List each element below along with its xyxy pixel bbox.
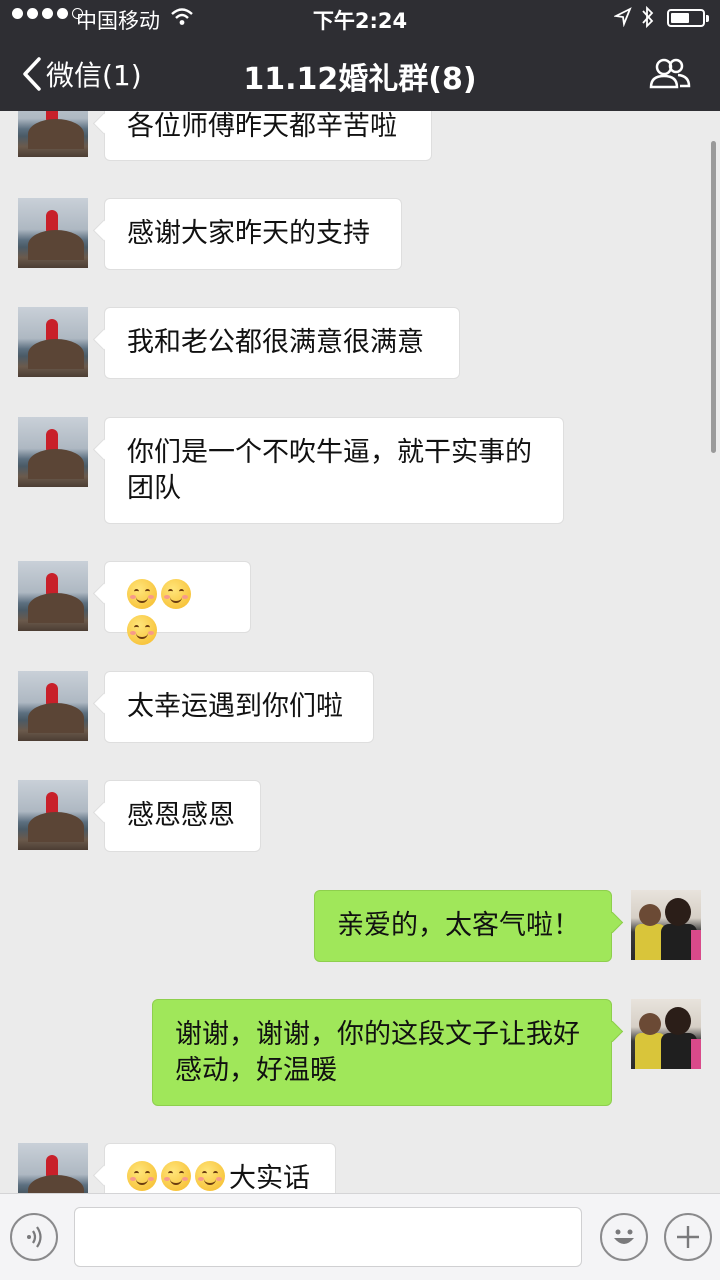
sender-avatar[interactable] [18, 417, 88, 487]
smile-emoji-icon [161, 1161, 191, 1191]
chat-title: 11.12婚礼群(8) [243, 62, 477, 97]
smile-emoji-icon [161, 579, 191, 609]
group-members-icon [649, 58, 691, 89]
add-icon [677, 1226, 699, 1248]
outgoing-message[interactable]: 谢谢，谢谢，你的这段文子让我好感动，好温暖 [152, 999, 612, 1106]
sender-avatar[interactable] [18, 780, 88, 850]
incoming-message[interactable]: 感恩感恩 [104, 780, 261, 852]
incoming-message[interactable]: 各位师傅昨天都辛苦啦 [104, 111, 432, 161]
incoming-message[interactable]: 太幸运遇到你们啦 [104, 671, 374, 743]
smile-emoji-icon [127, 615, 157, 645]
location-icon [613, 7, 632, 32]
smile-emoji-icon [195, 1161, 225, 1191]
my-avatar[interactable] [631, 999, 701, 1069]
status-bar: 中国移动 下午2:24 [0, 0, 720, 36]
my-avatar[interactable] [631, 890, 701, 960]
sender-avatar[interactable] [18, 198, 88, 268]
smile-emoji-icon [127, 579, 157, 609]
scrollbar[interactable] [711, 141, 716, 453]
emoji-icon [614, 1229, 634, 1244]
sender-avatar[interactable] [18, 671, 88, 741]
top-bar: 中国移动 下午2:24 微信(1) 11.12婚礼群(8) [0, 0, 720, 111]
incoming-message[interactable] [104, 561, 251, 645]
message-input[interactable] [74, 1207, 582, 1267]
group-members-button[interactable] [648, 56, 692, 94]
input-bar [0, 1193, 720, 1280]
incoming-message[interactable]: 大实话 [104, 1143, 336, 1193]
sender-avatar[interactable] [18, 561, 88, 631]
outgoing-message[interactable]: 亲爱的，太客气啦！ [314, 890, 612, 962]
status-time: 下午2:24 [312, 9, 408, 33]
voice-button[interactable] [10, 1213, 58, 1261]
emoji-button[interactable] [600, 1213, 648, 1261]
incoming-message[interactable]: 感谢大家昨天的支持 [104, 198, 402, 270]
sender-avatar[interactable] [18, 307, 88, 377]
add-button[interactable] [664, 1213, 712, 1261]
sender-avatar[interactable] [18, 1143, 88, 1193]
incoming-message[interactable]: 你们是一个不吹牛逼，就干实事的团队 [104, 417, 564, 524]
message-list[interactable]: 各位师傅昨天都辛苦啦 感谢大家昨天的支持 我和老公都很满意很满意 你们是一个不吹… [0, 111, 720, 1193]
bluetooth-icon [641, 5, 655, 34]
battery-icon [667, 9, 709, 27]
voice-icon [27, 1226, 42, 1248]
sender-avatar[interactable] [18, 111, 88, 157]
incoming-message[interactable]: 我和老公都很满意很满意 [104, 307, 460, 379]
nav-bar: 微信(1) 11.12婚礼群(8) [0, 36, 720, 111]
smile-emoji-icon [127, 1161, 157, 1191]
